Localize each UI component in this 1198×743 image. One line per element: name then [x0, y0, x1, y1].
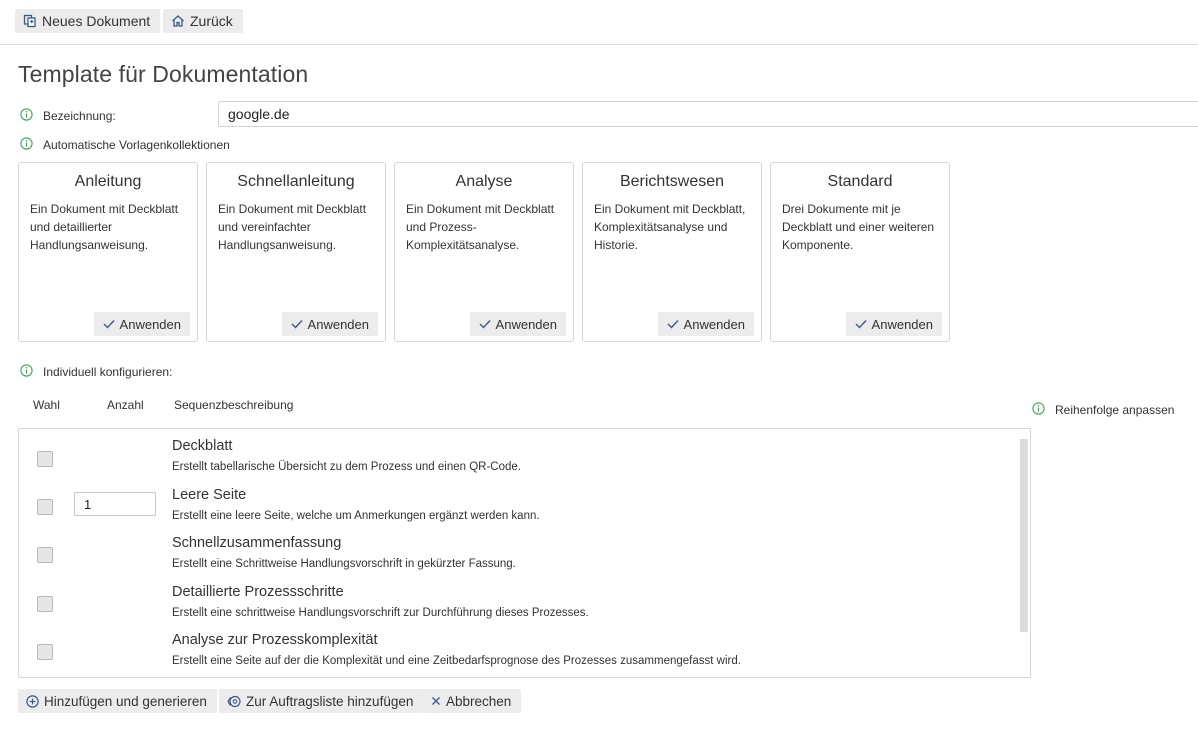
- reorder-link[interactable]: Reihenfolge anpassen: [1055, 403, 1174, 417]
- info-icon: [20, 108, 33, 121]
- template-card-anleitung: Anleitung Ein Dokument mit Deckblatt und…: [18, 162, 198, 342]
- back-button[interactable]: Zurück: [163, 9, 243, 33]
- template-card-berichtswesen: Berichtswesen Ein Dokument mit Deckblatt…: [582, 162, 762, 342]
- add-and-generate-label: Hinzufügen und generieren: [44, 693, 207, 709]
- row-title: Leere Seite: [172, 487, 247, 503]
- cancel-label: Abbrechen: [446, 693, 512, 709]
- close-icon: [431, 696, 441, 706]
- template-card-analyse: Analyse Ein Dokument mit Deckblatt und P…: [394, 162, 574, 342]
- check-icon: [855, 319, 867, 329]
- apply-button[interactable]: Anwenden: [845, 312, 942, 336]
- card-title: Berichtswesen: [619, 173, 725, 190]
- apply-label: Anwenden: [495, 316, 557, 332]
- add-to-queue-button[interactable]: Zur Auftragsliste hinzufügen: [219, 689, 424, 713]
- row-description: Erstellt tabellarische Übersicht zu dem …: [172, 461, 521, 473]
- card-description: Ein Dokument mit Deckblatt und Prozess-K…: [406, 202, 555, 252]
- info-icon: [20, 137, 33, 150]
- apply-label: Anwenden: [871, 316, 933, 332]
- new-document-label: Neues Dokument: [42, 13, 151, 29]
- home-icon: [171, 14, 185, 28]
- info-icon: [20, 364, 33, 377]
- card-description: Drei Dokumente mit je Deckblatt und eine…: [782, 202, 935, 252]
- check-icon: [103, 319, 115, 329]
- list-item: Analyse zur Prozesskomplexität Erstellt …: [19, 631, 1009, 679]
- template-card-schnellanleitung: Schnellanleitung Ein Dokument mit Deckbl…: [206, 162, 386, 342]
- page-title: Template für Dokumentation: [18, 61, 309, 87]
- row-title: Schnellzusammenfassung: [172, 535, 342, 551]
- row-title: Analyse zur Prozesskomplexität: [172, 632, 378, 648]
- row-description: Erstellt eine Schrittweise Handlungsvors…: [172, 558, 516, 570]
- designation-label: Bezeichnung:: [43, 109, 116, 123]
- sequence-list: Deckblatt Erstellt tabellarische Übersic…: [18, 428, 1031, 678]
- column-header-count: Anzahl: [107, 398, 144, 412]
- row-description: Erstellt eine leere Seite, welche um Anm…: [172, 510, 540, 522]
- row-title: Deckblatt: [172, 438, 233, 454]
- column-header-choice: Wahl: [33, 398, 60, 412]
- back-label: Zurück: [190, 13, 233, 29]
- apply-button[interactable]: Anwenden: [657, 312, 754, 336]
- apply-button[interactable]: Anwenden: [93, 312, 190, 336]
- queue-icon: [227, 695, 241, 708]
- cancel-button[interactable]: Abbrechen: [423, 689, 522, 713]
- card-description: Ein Dokument mit Deckblatt und vereinfac…: [218, 202, 367, 252]
- card-description: Ein Dokument mit Deckblatt und detaillie…: [30, 202, 179, 252]
- row-description: Erstellt eine Seite auf der die Komplexi…: [172, 655, 741, 667]
- scrollbar[interactable]: [1020, 439, 1028, 632]
- apply-button[interactable]: Anwenden: [469, 312, 566, 336]
- list-item: Deckblatt Erstellt tabellarische Übersic…: [19, 437, 1009, 485]
- row-title: Detaillierte Prozessschritte: [172, 584, 344, 600]
- new-document-button[interactable]: Neues Dokument: [15, 9, 161, 33]
- new-document-icon: [23, 14, 37, 28]
- check-icon: [479, 319, 491, 329]
- card-description: Ein Dokument mit Deckblatt, Komplexitäts…: [594, 202, 746, 252]
- individual-label: Individuell konfigurieren:: [43, 365, 173, 379]
- plus-circle-icon: [26, 694, 39, 708]
- auto-collections-label: Automatische Vorlagenkollektionen: [43, 138, 230, 152]
- card-title: Standard: [827, 173, 893, 190]
- apply-button[interactable]: Anwenden: [281, 312, 378, 336]
- column-header-sequence: Sequenzbeschreibung: [174, 398, 294, 412]
- apply-label: Anwenden: [683, 316, 745, 332]
- apply-label: Anwenden: [307, 316, 369, 332]
- apply-label: Anwenden: [119, 316, 181, 332]
- row-description: Erstellt eine schrittweise Handlungsvors…: [172, 607, 589, 619]
- check-icon: [667, 319, 679, 329]
- add-and-generate-button[interactable]: Hinzufügen und generieren: [18, 689, 217, 713]
- template-card-standard: Standard Drei Dokumente mit je Deckblatt…: [770, 162, 950, 342]
- row-checkbox[interactable]: [37, 499, 53, 515]
- check-icon: [291, 319, 303, 329]
- row-checkbox[interactable]: [37, 644, 53, 660]
- list-item: Leere Seite Erstellt eine leere Seite, w…: [19, 486, 1009, 534]
- row-checkbox[interactable]: [37, 547, 53, 563]
- row-checkbox[interactable]: [37, 596, 53, 612]
- card-title: Anleitung: [74, 173, 142, 190]
- list-item: Schnellzusammenfassung Erstellt eine Sch…: [19, 534, 1009, 582]
- row-checkbox[interactable]: [37, 451, 53, 467]
- add-to-queue-label: Zur Auftragsliste hinzufügen: [246, 693, 414, 709]
- card-title: Analyse: [455, 173, 513, 190]
- designation-input[interactable]: [218, 101, 1198, 127]
- info-icon: [1032, 402, 1045, 415]
- list-item: Detaillierte Prozessschritte Erstellt ei…: [19, 583, 1009, 631]
- top-toolbar: Neues Dokument Zurück: [0, 0, 1198, 45]
- count-input[interactable]: [74, 492, 156, 516]
- card-title: Schnellanleitung: [237, 173, 355, 190]
